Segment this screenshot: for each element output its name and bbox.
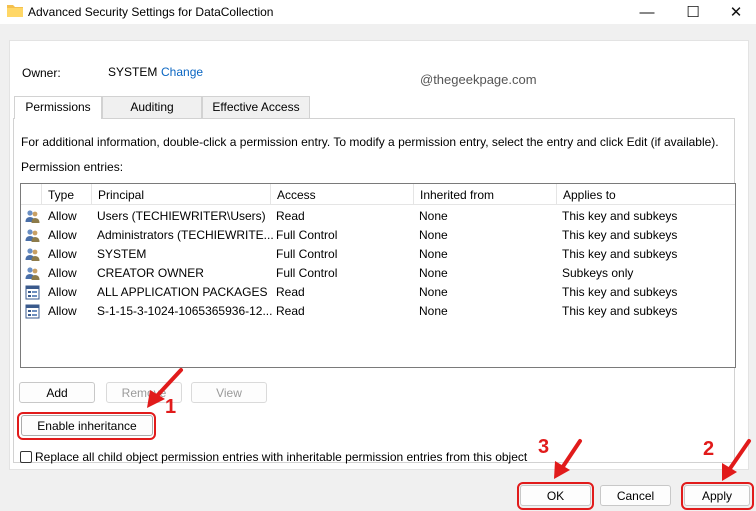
row-type: Allow (48, 285, 77, 299)
table-row[interactable]: Allow Administrators (TECHIEWRITE... Ful… (21, 226, 735, 245)
permission-entries-list[interactable]: Type Principal Access Inherited from App… (20, 183, 736, 368)
row-principal: Users (TECHIEWRITER\Users) (97, 209, 266, 223)
title-bar: Advanced Security Settings for DataColle… (0, 0, 756, 24)
app-package-icon (25, 285, 40, 300)
list-header: Type Principal Access Inherited from App… (21, 184, 735, 205)
close-button[interactable]: ✕ (716, 0, 756, 24)
column-header-icon (21, 184, 42, 205)
row-applies-to: This key and subkeys (562, 209, 678, 223)
tab-permissions[interactable]: Permissions (14, 96, 102, 119)
table-row[interactable]: Allow Users (TECHIEWRITER\Users) Read No… (21, 207, 735, 226)
info-text: For additional information, double-click… (21, 135, 719, 149)
step-2-number: 2 (703, 438, 715, 460)
replace-child-permissions-checkbox[interactable] (20, 451, 32, 463)
step-1-number: 1 (165, 396, 177, 418)
row-principal: Administrators (TECHIEWRITE... (97, 228, 274, 242)
row-applies-to: This key and subkeys (562, 285, 678, 299)
enable-inheritance-highlight (17, 412, 156, 440)
window-title: Advanced Security Settings for DataColle… (28, 5, 274, 19)
step-3-number: 3 (538, 436, 550, 458)
table-row[interactable]: Allow SYSTEM Full Control None This key … (21, 245, 735, 264)
tab-effective-access[interactable]: Effective Access (202, 96, 310, 118)
row-inherited-from: None (419, 285, 448, 299)
users-group-icon (25, 248, 40, 261)
column-header-applies-to[interactable]: Applies to (557, 184, 735, 205)
row-access: Read (276, 285, 305, 299)
row-applies-to: This key and subkeys (562, 247, 678, 261)
row-access: Full Control (276, 266, 338, 280)
row-inherited-from: None (419, 228, 448, 242)
replace-child-permissions-row[interactable]: Replace all child object permission entr… (20, 450, 527, 464)
row-applies-to: This key and subkeys (562, 304, 678, 318)
column-header-type[interactable]: Type (42, 184, 92, 205)
users-group-icon (25, 267, 40, 280)
apply-highlight (681, 482, 754, 510)
ok-highlight (517, 482, 594, 510)
view-button[interactable]: View (191, 382, 267, 403)
table-row[interactable]: Allow CREATOR OWNER Full Control None Su… (21, 264, 735, 283)
tab-auditing[interactable]: Auditing (102, 96, 202, 118)
row-principal: S-1-15-3-1024-1065365936-12... (97, 304, 273, 318)
maximize-button[interactable]: ☐ (670, 0, 716, 24)
table-row[interactable]: Allow S-1-15-3-1024-1065365936-12... Rea… (21, 302, 735, 321)
row-principal: CREATOR OWNER (97, 266, 204, 280)
row-inherited-from: None (419, 266, 448, 280)
tab-bar: Permissions Auditing Effective Access (14, 96, 310, 119)
users-group-icon (25, 210, 40, 223)
row-access: Full Control (276, 247, 338, 261)
change-owner-link[interactable]: Change (161, 65, 203, 79)
minimize-button[interactable]: — (624, 0, 670, 24)
permission-entries-label: Permission entries: (21, 160, 124, 174)
row-applies-to: Subkeys only (562, 266, 634, 280)
replace-child-permissions-label: Replace all child object permission entr… (35, 450, 528, 464)
row-type: Allow (48, 209, 77, 223)
row-principal: ALL APPLICATION PACKAGES (97, 285, 268, 299)
users-group-icon (25, 229, 40, 242)
owner-label: Owner: (22, 66, 61, 80)
app-package-icon (25, 304, 40, 319)
owner-value: SYSTEM (108, 65, 158, 79)
row-type: Allow (48, 266, 77, 280)
column-header-access[interactable]: Access (271, 184, 414, 205)
row-access: Read (276, 304, 305, 318)
row-access: Read (276, 209, 305, 223)
add-button[interactable]: Add (19, 382, 95, 403)
row-access: Full Control (276, 228, 338, 242)
column-header-inherited-from[interactable]: Inherited from (414, 184, 557, 205)
watermark: @thegeekpage.com (420, 72, 537, 87)
row-type: Allow (48, 228, 77, 242)
cancel-button[interactable]: Cancel (600, 485, 671, 506)
row-inherited-from: None (419, 247, 448, 261)
row-inherited-from: None (419, 304, 448, 318)
row-type: Allow (48, 304, 77, 318)
row-type: Allow (48, 247, 77, 261)
row-inherited-from: None (419, 209, 448, 223)
row-principal: SYSTEM (97, 247, 147, 261)
table-row[interactable]: Allow ALL APPLICATION PACKAGES Read None… (21, 283, 735, 302)
column-header-principal[interactable]: Principal (92, 184, 271, 205)
row-applies-to: This key and subkeys (562, 228, 678, 242)
folder-icon (7, 5, 23, 17)
